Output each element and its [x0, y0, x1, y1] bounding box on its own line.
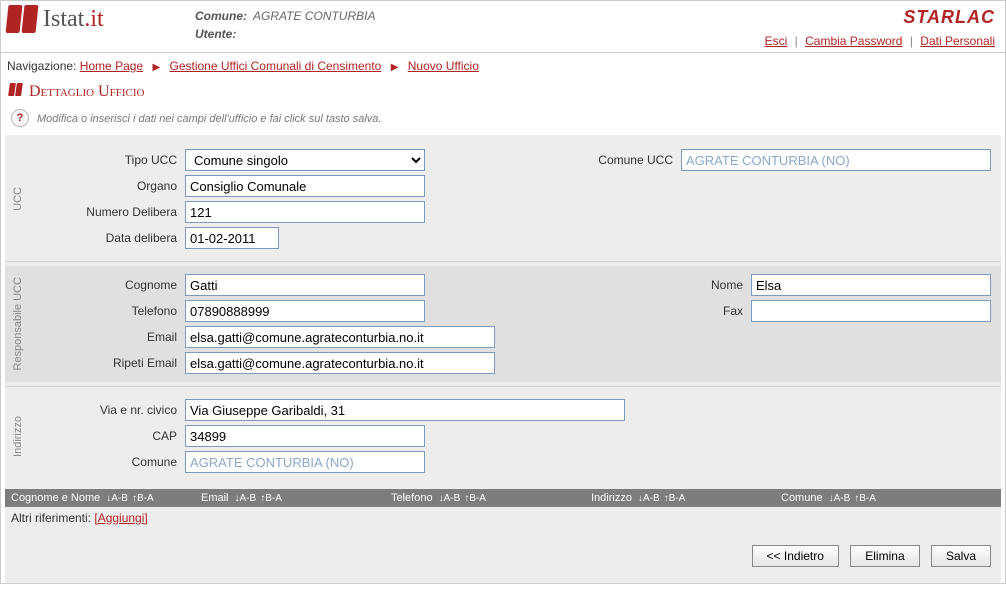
app-brand: STARLAC	[765, 7, 995, 28]
input-cap[interactable]	[185, 425, 425, 447]
chevron-right-icon: ▶	[391, 62, 399, 73]
label-tipo-ucc: Tipo UCC	[35, 153, 185, 167]
comune-label: Comune:	[195, 9, 247, 23]
input-ripeti-email[interactable]	[185, 352, 495, 374]
input-comune-indirizzo	[185, 451, 425, 473]
input-comune-ucc	[681, 149, 991, 171]
button-bar: << Indietro Elimina Salva	[5, 529, 1001, 577]
label-cap: CAP	[35, 429, 185, 443]
sort-comune-desc[interactable]: ↑B-A	[854, 493, 876, 504]
top-links: Esci | Cambia Password | Dati Personali	[765, 34, 995, 48]
section-ucc: UCC Tipo UCC Comune singolo Comune UCC O…	[5, 141, 1001, 257]
logo-text: Istat.it	[43, 6, 104, 33]
section-responsabile: Responsabile UCC Cognome Nome Telefono	[5, 266, 1001, 382]
page-header: Istat.it Comune: AGRATE CONTURBIA Utente…	[1, 1, 1005, 53]
col-comune: Comune	[781, 492, 823, 504]
input-organo[interactable]	[185, 175, 425, 197]
sort-indirizzo-asc[interactable]: ↓A-B	[638, 493, 660, 504]
comune-value: AGRATE CONTURBIA	[253, 9, 375, 23]
label-fax: Fax	[681, 304, 751, 318]
sort-email-desc[interactable]: ↑B-A	[260, 493, 282, 504]
sort-email-asc[interactable]: ↓A-B	[235, 493, 257, 504]
breadcrumb: Navigazione: Home Page ▶ Gestione Uffici…	[1, 53, 1005, 79]
input-data-delibera[interactable]	[185, 227, 279, 249]
label-via: Via e nr. civico	[35, 403, 185, 417]
label-comune-indirizzo: Comune	[35, 455, 185, 469]
link-aggiungi[interactable]: [Aggiungi]	[94, 511, 147, 525]
label-data-delibera: Data delibera	[35, 231, 185, 245]
sort-cognome-desc[interactable]: ↑B-A	[132, 493, 154, 504]
sort-cognome-asc[interactable]: ↓A-B	[106, 493, 128, 504]
label-ripeti-email: Ripeti Email	[35, 356, 185, 370]
label-organo: Organo	[35, 179, 185, 193]
breadcrumb-level2[interactable]: Nuovo Ufficio	[408, 59, 479, 73]
elimina-button[interactable]: Elimina	[850, 545, 919, 567]
input-cognome[interactable]	[185, 274, 425, 296]
logo: Istat.it	[7, 5, 187, 33]
col-email: Email	[201, 492, 229, 504]
label-nome: Nome	[681, 278, 751, 292]
sort-comune-asc[interactable]: ↓A-B	[829, 493, 851, 504]
link-esci[interactable]: Esci	[765, 34, 788, 48]
sort-telefono-desc[interactable]: ↑B-A	[464, 493, 486, 504]
label-cognome: Cognome	[35, 278, 185, 292]
side-label-resp: Responsabile UCC	[12, 277, 24, 371]
utente-label: Utente:	[195, 27, 236, 41]
input-numero-delibera[interactable]	[185, 201, 425, 223]
link-dati-personali[interactable]: Dati Personali	[920, 34, 995, 48]
help-text: ? Modifica o inserisci i dati nei campi …	[1, 107, 1005, 135]
input-fax[interactable]	[751, 300, 991, 322]
side-label-ucc: UCC	[12, 187, 24, 211]
table-header: Cognome e Nome ↓A-B ↑B-A Email ↓A-B ↑B-A…	[5, 489, 1001, 507]
col-cognome-nome: Cognome e Nome	[11, 492, 100, 504]
sort-telefono-asc[interactable]: ↓A-B	[439, 493, 461, 504]
altri-riferimenti: Altri riferimenti: [Aggiungi]	[5, 507, 1001, 529]
sort-indirizzo-desc[interactable]: ↑B-A	[664, 493, 686, 504]
indietro-button[interactable]: << Indietro	[752, 545, 839, 567]
help-icon: ?	[11, 109, 29, 127]
label-email: Email	[35, 330, 185, 344]
select-tipo-ucc[interactable]: Comune singolo	[185, 149, 425, 171]
col-indirizzo: Indirizzo	[591, 492, 632, 504]
salva-button[interactable]: Salva	[931, 545, 991, 567]
input-email[interactable]	[185, 326, 495, 348]
section-icon	[9, 83, 25, 97]
logo-icon	[7, 5, 37, 33]
link-cambia-password[interactable]: Cambia Password	[805, 34, 902, 48]
divider	[5, 261, 1001, 262]
col-telefono: Telefono	[391, 492, 433, 504]
section-title: Dettaglio Ufficio	[1, 79, 1005, 107]
header-info: Comune: AGRATE CONTURBIA Utente:	[187, 5, 761, 45]
input-nome[interactable]	[751, 274, 991, 296]
input-telefono[interactable]	[185, 300, 425, 322]
breadcrumb-level1[interactable]: Gestione Uffici Comunali di Censimento	[169, 59, 381, 73]
label-comune-ucc: Comune UCC	[571, 153, 681, 167]
input-via[interactable]	[185, 399, 625, 421]
breadcrumb-home[interactable]: Home Page	[80, 59, 143, 73]
chevron-right-icon: ▶	[152, 62, 160, 73]
side-label-indirizzo: Indirizzo	[12, 416, 24, 457]
label-numero-delibera: Numero Delibera	[35, 205, 185, 219]
label-telefono: Telefono	[35, 304, 185, 318]
divider	[5, 386, 1001, 387]
refline-label: Altri riferimenti:	[11, 511, 91, 525]
section-indirizzo: Indirizzo Via e nr. civico CAP Comune	[5, 391, 1001, 481]
breadcrumb-label: Navigazione:	[7, 59, 76, 73]
